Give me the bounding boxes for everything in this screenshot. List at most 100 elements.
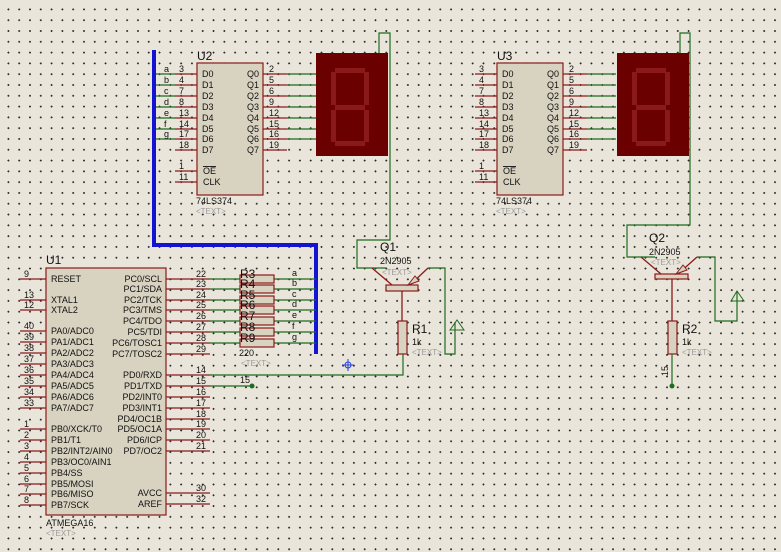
u1-text: <TEXT>	[46, 529, 76, 538]
u1-pin-number: 27	[196, 322, 206, 332]
q2-text: <TEXT>	[651, 258, 681, 267]
latch-pin-number: 15	[569, 119, 579, 129]
latch-pin-name: Q6	[247, 134, 259, 144]
u1-pin-name: PA7/ADC7	[51, 403, 94, 413]
u3-ref: U3	[497, 49, 513, 63]
latch-pin-name: D2	[202, 91, 214, 101]
u1-pin-name: PD3/INT1	[122, 403, 162, 413]
bus-net-label: b	[164, 75, 169, 85]
latch-pin-number: 7	[179, 86, 184, 96]
u1-pin-name: PC7/TOSC2	[112, 349, 162, 359]
display-segment	[335, 68, 365, 73]
resistor-r2[interactable]	[667, 320, 678, 355]
display-segment	[665, 110, 670, 142]
seven-segment-display-2[interactable]	[617, 53, 689, 156]
display-segment	[331, 110, 336, 142]
latch-pin-name: D3	[202, 102, 214, 112]
latch-pin-name: D7	[202, 145, 214, 155]
u1-pin-name: PD1/TXD	[124, 381, 163, 391]
u1-pin-number: 32	[196, 494, 206, 504]
r1-value: 1k	[412, 337, 422, 347]
u1-pin-number: 35	[24, 376, 34, 386]
schematic[interactable]: U1 ATMEGA16 <TEXT> 9 RESET13 XTAL112 XTAL24…	[0, 0, 781, 552]
latch-pin-number: 8	[479, 97, 484, 107]
u1-pin-number: 13	[24, 290, 34, 300]
display-segment	[364, 72, 369, 105]
u1-pin-name: PC0/SCL	[124, 274, 162, 284]
resistor-ref: R9	[240, 331, 256, 345]
u1-pin-name: PC3/TMS	[123, 305, 162, 315]
u1-pin-number: 24	[196, 290, 206, 300]
u1-pin-name: PA2/ADC2	[51, 348, 94, 358]
u1-pin-number: 18	[196, 409, 206, 419]
u1-pin-name: PA6/ADC6	[51, 392, 94, 402]
latch-pin-name: CLK	[503, 177, 521, 187]
u1-pin-number: 7	[24, 484, 29, 494]
latch-pin-number: 17	[179, 129, 189, 139]
u1-pin-name: PD6/ICP	[127, 435, 162, 445]
u1-pin-name: PB7/SCK	[51, 500, 89, 510]
u1-ref: U1	[46, 253, 62, 267]
u1-pin-name: PB4/SS	[51, 468, 83, 478]
latch-pin-name: Q4	[247, 113, 259, 123]
u1-pin-name: PC5/TDI	[127, 327, 162, 337]
resistor-r1[interactable]	[397, 320, 408, 355]
bus-net-label: g	[292, 332, 297, 342]
latch-pin-name: Q3	[547, 102, 559, 112]
latch-pin-number: 6	[269, 86, 274, 96]
display-segment	[636, 141, 666, 146]
latch-pin-number: 2	[569, 64, 574, 74]
latch-pin-number: 14	[479, 119, 489, 129]
latch-pin-name: Q7	[247, 145, 259, 155]
u1-pin-name: PA5/ADC5	[51, 381, 94, 391]
u1-pin-number: 14	[196, 365, 206, 375]
latch-pin-name: Q5	[247, 124, 259, 134]
u1-pin-name: PA3/ADC3	[51, 359, 94, 369]
rpack-value: 220	[239, 348, 254, 358]
latch-pin-number: 9	[269, 97, 274, 107]
latch-pin-name: D6	[502, 134, 514, 144]
u1-pin-name: XTAL2	[51, 305, 78, 315]
u1-pin-name: XTAL1	[51, 295, 78, 305]
u1-pin-number: 3	[24, 441, 29, 451]
latch-pin-number: 19	[269, 140, 279, 150]
latch-pin-number: 16	[569, 129, 579, 139]
latch-pin-name: D1	[202, 80, 214, 90]
bus-net-label: a	[292, 268, 297, 278]
latch-pin-name: D1	[502, 80, 514, 90]
u1-pin-number: 17	[196, 398, 206, 408]
u1-pin-number: 38	[24, 343, 34, 353]
latch-pin-name: Q1	[547, 80, 559, 90]
u1-pin-number: 29	[196, 344, 206, 354]
latch-pin-name: Q0	[547, 69, 559, 79]
u1-pin-number: 36	[24, 365, 34, 375]
seven-segment-display-1[interactable]	[316, 53, 388, 156]
bus-net-label: d	[164, 97, 169, 107]
latch-pin-number: 18	[479, 140, 489, 150]
latch-pin-number: 12	[269, 108, 279, 118]
latch-pin-name: CLK	[203, 177, 221, 187]
latch-pin-name: Q3	[247, 102, 259, 112]
latch-pin-name: D6	[202, 134, 214, 144]
r1-ref: R1	[412, 322, 428, 336]
schematic-canvas[interactable]: U1 ATMEGA16 <TEXT> 9 RESET 13 XTAL1 12 XTAL2 4…	[0, 0, 781, 552]
latch-pin-number: 16	[269, 129, 279, 139]
u1-pin-name: PD7/OC2	[123, 446, 162, 456]
wire-q1-power[interactable]	[428, 267, 456, 355]
u1-pin-number: 19	[196, 419, 206, 429]
u1-pin-name: PD5/OC1A	[117, 424, 162, 434]
r2-ref: R2	[682, 322, 698, 336]
u1-pin-number: 28	[196, 333, 206, 343]
latch-pin-number: 14	[179, 119, 189, 129]
latch-pin-name: Q4	[547, 113, 559, 123]
latch-pin-name: D2	[502, 91, 514, 101]
bus-net-label: b	[292, 278, 297, 288]
latch-pin-number: 18	[179, 140, 189, 150]
u1-pin-number: 23	[196, 279, 206, 289]
u1-pin-name: PD2/INT0	[122, 392, 162, 402]
latch-pin-number: 1	[179, 161, 184, 171]
wire-q2-power[interactable]	[697, 256, 738, 322]
u1-pin-name: PB6/MISO	[51, 489, 94, 499]
u1-pin-name: PB0/XCK/T0	[51, 424, 102, 434]
u1-pin-number: 22	[196, 269, 206, 279]
